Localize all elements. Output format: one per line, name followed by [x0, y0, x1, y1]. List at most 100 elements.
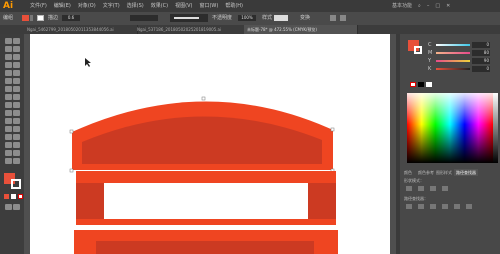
gradient-tool-icon[interactable] — [13, 110, 20, 116]
close-icon[interactable]: ✕ — [446, 2, 450, 10]
menu-effect[interactable]: 效果(C) — [151, 0, 168, 12]
screen-mode-icon[interactable] — [13, 204, 20, 210]
stroke-swatch[interactable] — [37, 15, 44, 21]
white-swatch[interactable] — [426, 82, 432, 87]
black-swatch[interactable] — [418, 82, 424, 87]
graphic-style-dropdown[interactable] — [274, 15, 288, 21]
perspective-grid-tool-icon[interactable] — [13, 102, 20, 108]
artboard[interactable] — [30, 34, 390, 254]
misc-tool-icon[interactable] — [5, 150, 12, 156]
black-track[interactable] — [436, 68, 470, 70]
magic-wand-tool-icon[interactable] — [5, 46, 12, 52]
canvas-area[interactable] — [24, 34, 396, 254]
menu-help[interactable]: 帮助(H) — [225, 0, 243, 12]
eyedropper-tool-icon[interactable] — [5, 118, 12, 124]
paintbrush-tool-icon[interactable] — [13, 70, 20, 76]
yellow-value-field[interactable]: 90 — [472, 58, 490, 64]
menu-view[interactable]: 视图(V) — [175, 0, 192, 12]
stroke-weight-field[interactable]: 0.6 — [62, 15, 80, 21]
selection-tool-icon[interactable] — [5, 38, 12, 44]
tab-color-guide[interactable]: 颜色参考 — [416, 169, 436, 176]
document-tab-active[interactable]: 未标题-78* @ 472.55% (CMYK/预览) — [244, 25, 358, 34]
symbol-sprayer-tool-icon[interactable] — [5, 126, 12, 132]
blend-tool-icon[interactable] — [13, 118, 20, 124]
menu-type[interactable]: 文字(T) — [103, 0, 120, 12]
misc-tool-icon[interactable] — [13, 158, 20, 164]
color-spectrum[interactable] — [407, 93, 493, 163]
maximize-icon[interactable]: □ — [435, 2, 440, 10]
black-value-field[interactable]: 0 — [472, 66, 490, 72]
rotate-tool-icon[interactable] — [5, 86, 12, 92]
tab-pathfinder[interactable]: 路径查找器 — [454, 169, 478, 176]
zoom-tool-icon[interactable] — [13, 142, 20, 148]
pencil-tool-icon[interactable] — [5, 78, 12, 84]
column-graph-tool-icon[interactable] — [13, 126, 20, 132]
misc-tool-icon[interactable] — [13, 150, 20, 156]
rectangle-tool-icon[interactable] — [5, 70, 12, 76]
eraser-tool-icon[interactable] — [13, 78, 20, 84]
grayscale-ramp[interactable] — [493, 93, 498, 163]
none-swatch[interactable] — [410, 82, 416, 87]
mesh-tool-icon[interactable] — [5, 110, 12, 116]
free-transform-tool-icon[interactable] — [13, 94, 20, 100]
artboard-tool-icon[interactable] — [5, 134, 12, 140]
menu-edit[interactable]: 编辑(E) — [54, 0, 71, 12]
opacity-field[interactable]: 100% — [238, 15, 256, 21]
lasso-tool-icon[interactable] — [13, 46, 20, 52]
shape-builder-tool-icon[interactable] — [5, 102, 12, 108]
transform-label[interactable]: 变换 — [300, 12, 310, 25]
document-tab[interactable]: Ngai_537186_20180502025201819005.ai — [134, 25, 248, 34]
align-icon[interactable] — [330, 15, 336, 21]
cyan-track[interactable] — [436, 44, 470, 46]
minus-back-icon[interactable] — [466, 204, 472, 209]
tab-color[interactable]: 颜色 — [402, 169, 414, 176]
slice-tool-icon[interactable] — [13, 134, 20, 140]
scale-tool-icon[interactable] — [13, 86, 20, 92]
black-slider[interactable]: K 0 — [408, 66, 493, 72]
magenta-slider[interactable]: M 80 — [408, 50, 493, 56]
workspace-switcher[interactable]: 基本功能 — [392, 2, 412, 10]
color-mode-icon[interactable] — [4, 194, 9, 199]
menu-window[interactable]: 窗口(W) — [199, 0, 218, 12]
menu-file[interactable]: 文件(F) — [30, 0, 47, 12]
search-icon[interactable]: ⌕ — [418, 2, 421, 10]
width-tool-icon[interactable] — [5, 94, 12, 100]
menu-select[interactable]: 选择(S) — [127, 0, 144, 12]
cyan-slider[interactable]: C 0 — [408, 42, 493, 48]
cyan-value-field[interactable]: 0 — [472, 42, 490, 48]
line-tool-icon[interactable] — [13, 62, 20, 68]
minimize-icon[interactable]: – — [427, 2, 430, 10]
fill-dropdown-icon[interactable] — [30, 15, 33, 21]
yellow-slider[interactable]: Y 90 — [408, 58, 493, 64]
direct-selection-tool-icon[interactable] — [13, 38, 20, 44]
exclude-icon[interactable] — [442, 186, 448, 191]
draw-mode-icon[interactable] — [5, 204, 12, 210]
crop-icon[interactable] — [442, 204, 448, 209]
yellow-track[interactable] — [436, 60, 470, 62]
tab-graphic-styles[interactable]: 图形样式 — [434, 169, 454, 176]
minus-front-icon[interactable] — [418, 186, 424, 191]
hand-tool-icon[interactable] — [5, 142, 12, 148]
merge-icon[interactable] — [430, 204, 436, 209]
magenta-track[interactable] — [436, 52, 470, 54]
variable-width-dropdown[interactable] — [130, 15, 158, 21]
stroke-color-swatch[interactable] — [11, 179, 21, 189]
trim-icon[interactable] — [418, 204, 424, 209]
pointer-cursor-icon — [85, 58, 91, 67]
type-tool-icon[interactable] — [5, 62, 12, 68]
divide-icon[interactable] — [406, 204, 412, 209]
menu-object[interactable]: 对象(O) — [78, 0, 96, 12]
intersect-icon[interactable] — [430, 186, 436, 191]
brush-definition-dropdown[interactable] — [170, 14, 208, 22]
curvature-tool-icon[interactable] — [13, 54, 20, 60]
misc-tool-icon[interactable] — [5, 158, 12, 164]
outline-icon[interactable] — [454, 204, 460, 209]
arrange-icon[interactable] — [340, 15, 346, 21]
unite-icon[interactable] — [406, 186, 412, 191]
fill-swatch[interactable] — [22, 15, 29, 21]
document-tab[interactable]: Ngai_5462799_20180502011353844056.ai — [24, 25, 138, 34]
none-mode-icon[interactable] — [18, 194, 23, 199]
magenta-value-field[interactable]: 80 — [472, 50, 490, 56]
gradient-mode-icon[interactable] — [11, 194, 16, 199]
pen-tool-icon[interactable] — [5, 54, 12, 60]
